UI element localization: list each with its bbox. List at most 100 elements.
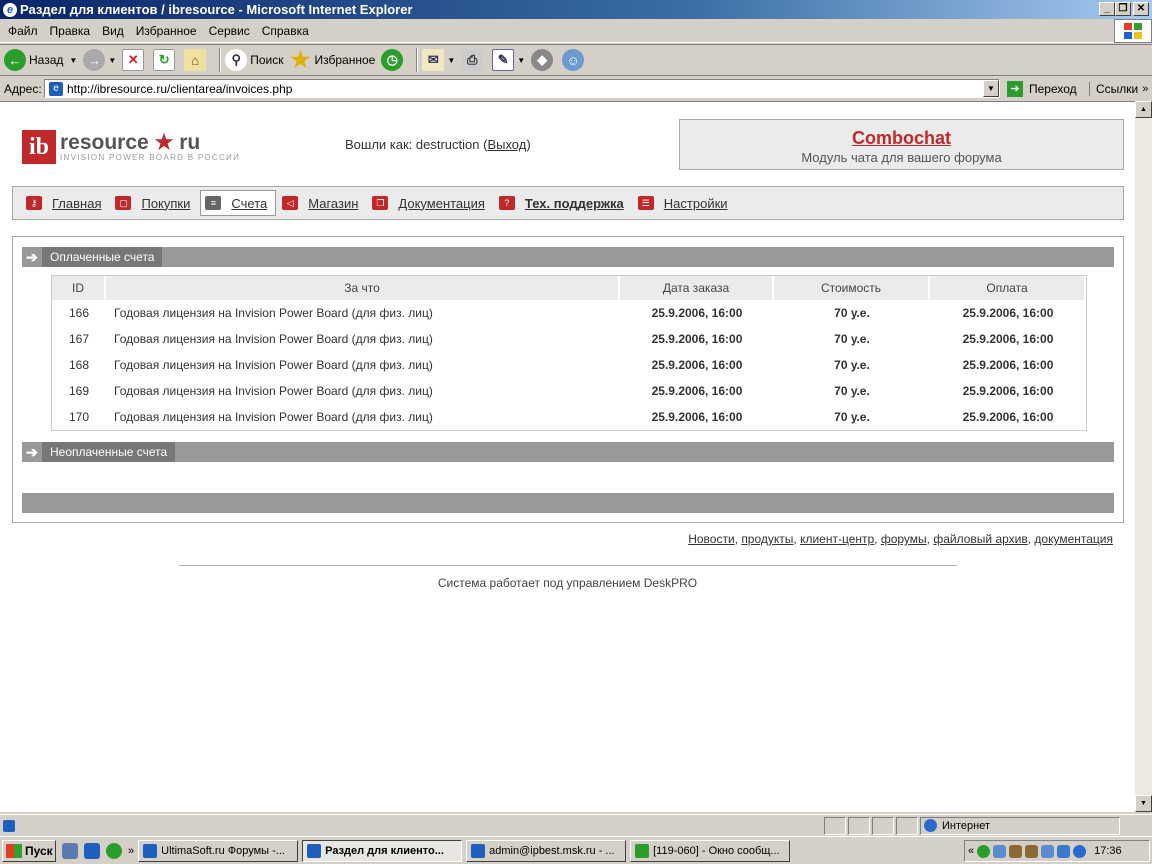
- chevron-down-icon[interactable]: ▼: [69, 56, 77, 65]
- scroll-up-icon[interactable]: ▲: [1135, 101, 1152, 118]
- cell-paid: 25.9.2006, 16:00: [962, 332, 1054, 346]
- task-client-area[interactable]: Раздел для клиенто...: [302, 839, 463, 862]
- settings-icon: ☰: [637, 196, 654, 210]
- tray-icon[interactable]: [1041, 844, 1055, 858]
- menu-edit[interactable]: Правка: [44, 24, 97, 38]
- nav-invoices[interactable]: ≡ Счета: [200, 190, 277, 216]
- edit-button[interactable]: ✎ ▼: [492, 49, 525, 71]
- footer-link-forums[interactable]: форумы: [881, 532, 927, 546]
- menu-file[interactable]: Файл: [2, 24, 44, 38]
- mail-button[interactable]: ✉ ▼: [422, 49, 455, 71]
- nav-home[interactable]: ⚷ Главная: [22, 190, 109, 216]
- nav-shop-label: Магазин: [308, 195, 359, 211]
- windows-logo-icon: [1114, 19, 1152, 43]
- footer-link-client-center[interactable]: клиент-центр: [800, 532, 874, 546]
- clock[interactable]: 17:36: [1094, 845, 1122, 857]
- search-button[interactable]: ⚲ Поиск: [225, 49, 284, 71]
- cell-cost: 70 у.е.: [834, 332, 870, 346]
- close-button[interactable]: ✕: [1133, 2, 1149, 16]
- print-button[interactable]: ⎙: [461, 49, 486, 71]
- address-dropdown-icon[interactable]: ▼: [983, 80, 999, 97]
- go-button[interactable]: ➜ Переход: [1007, 80, 1081, 97]
- cell-paid: 25.9.2006, 16:00: [962, 384, 1054, 398]
- address-input[interactable]: e http://ibresource.ru/clientarea/invoic…: [44, 79, 1000, 98]
- footer-link-products[interactable]: продукты: [741, 532, 793, 546]
- toolbar-separator: [219, 48, 222, 72]
- stop-button[interactable]: ✕: [122, 49, 147, 71]
- tray-icon[interactable]: [977, 844, 991, 858]
- start-button[interactable]: Пуск: [2, 839, 56, 862]
- unpaid-section-title: Неоплаченные счета: [42, 442, 176, 462]
- nav-purchases-label: Покупки: [141, 195, 191, 211]
- cell-order-date: 25.9.2006, 16:00: [651, 410, 743, 424]
- quicklaunch-browser-icon[interactable]: [106, 842, 122, 859]
- status-bar: Интернет: [0, 814, 1152, 836]
- network-icon[interactable]: [1057, 844, 1071, 858]
- chevron-right-icon[interactable]: »: [1142, 83, 1148, 95]
- vertical-scrollbar[interactable]: ▲ ▼: [1135, 101, 1152, 812]
- history-button[interactable]: ◷: [381, 49, 406, 71]
- menu-view[interactable]: Вид: [96, 24, 130, 38]
- menu-tools[interactable]: Сервис: [203, 24, 256, 38]
- logo-tld: ru: [179, 130, 201, 154]
- links-button[interactable]: Ссылки: [1089, 81, 1138, 96]
- forward-button[interactable]: → ▼: [83, 49, 116, 71]
- minimize-button[interactable]: _: [1099, 2, 1115, 16]
- task-ultimasoft[interactable]: UltimaSoft.ru Форумы -...: [138, 839, 299, 862]
- task-message[interactable]: [119-060] - Окно сообщ...: [630, 839, 791, 862]
- logout-link[interactable]: Выход: [487, 137, 526, 152]
- tray-icon[interactable]: [993, 844, 1007, 858]
- promo-title[interactable]: Combochat: [680, 128, 1123, 149]
- tray-icon[interactable]: [1009, 844, 1023, 858]
- nav-settings[interactable]: ☰ Настройки: [634, 190, 736, 216]
- page-status-icon: [3, 819, 15, 832]
- shield-icon: ◆: [531, 49, 554, 71]
- maximize-button[interactable]: ❐: [1115, 2, 1131, 16]
- task-mail[interactable]: admin@ipbest.msk.ru - ...: [466, 839, 627, 862]
- quicklaunch-ie-icon[interactable]: [84, 842, 100, 859]
- messenger-button[interactable]: ☺: [562, 49, 587, 71]
- menu-favorites[interactable]: Избранное: [130, 24, 203, 38]
- cell-id: 166: [68, 306, 90, 320]
- favorites-button[interactable]: ★ Избранное: [290, 47, 376, 72]
- page-icon: e: [49, 81, 63, 96]
- nav-purchases[interactable]: ▢ Покупки: [111, 190, 198, 216]
- chevron-down-icon[interactable]: ▼: [447, 56, 455, 65]
- tag-icon: ◁: [282, 196, 299, 210]
- footer-link-news[interactable]: Новости: [688, 532, 734, 546]
- login-suffix: ): [526, 137, 531, 152]
- chevron-right-icon[interactable]: »: [128, 845, 134, 857]
- footer-link-docs[interactable]: документация: [1034, 532, 1113, 546]
- back-button[interactable]: ← Назад ▼: [4, 49, 77, 71]
- window-titlebar: e Раздел для клиентов / ibresource - Mic…: [0, 0, 1152, 19]
- tray-icon[interactable]: [1025, 844, 1039, 858]
- chevron-down-icon[interactable]: ▼: [517, 56, 525, 65]
- scroll-down-icon[interactable]: ▼: [1135, 795, 1152, 812]
- ie-icon: [143, 843, 158, 858]
- table-row: 167 Годовая лицензия на Invision Power B…: [52, 326, 1086, 352]
- quicklaunch-desktop-icon[interactable]: [62, 842, 78, 859]
- globe-icon[interactable]: [1073, 844, 1087, 858]
- discuss-button[interactable]: ◆: [531, 49, 556, 71]
- col-what: За что: [106, 276, 620, 300]
- chevron-down-icon[interactable]: ▼: [108, 56, 116, 65]
- nav-docs[interactable]: ❐ Документация: [368, 190, 493, 216]
- nav-shop[interactable]: ◁ Магазин: [278, 190, 366, 216]
- nav-docs-label: Документация: [398, 195, 485, 211]
- favorites-label: Избранное: [314, 53, 376, 67]
- footer-link-files[interactable]: файловый архив: [933, 532, 1027, 546]
- menu-help[interactable]: Справка: [256, 24, 315, 38]
- panel-footer-bar: [22, 493, 1114, 513]
- zone-label: Интернет: [942, 819, 990, 832]
- col-paid: Оплата: [930, 276, 1086, 300]
- home-button[interactable]: ⌂: [184, 49, 209, 71]
- footer-divider: [179, 565, 957, 566]
- promo-banner[interactable]: Combochat Модуль чата для вашего форума: [679, 119, 1124, 170]
- site-logo[interactable]: ib resource ★ ru INVISION POWER BOARD В …: [22, 130, 240, 164]
- invoice-icon: ≡: [205, 196, 222, 210]
- chevron-left-icon[interactable]: «: [968, 845, 974, 857]
- logo-tagline: INVISION POWER BOARD В РОССИИ: [60, 152, 241, 162]
- nav-support[interactable]: ? Тех. поддержка: [495, 190, 632, 216]
- table-row: 166 Годовая лицензия на Invision Power B…: [52, 300, 1086, 326]
- refresh-button[interactable]: ↻: [153, 49, 178, 71]
